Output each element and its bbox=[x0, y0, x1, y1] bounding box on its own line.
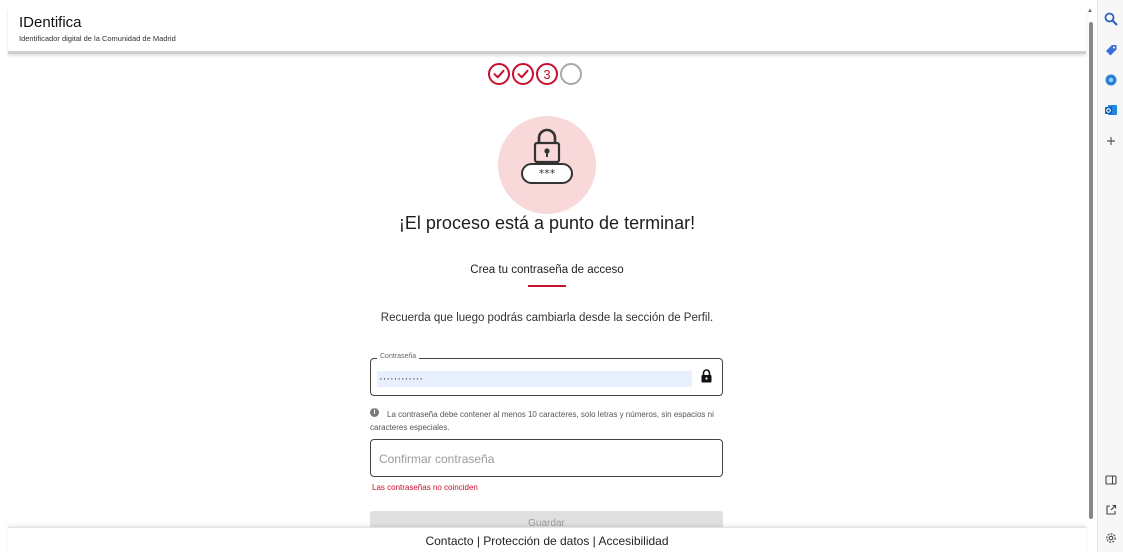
search-icon[interactable] bbox=[1103, 11, 1119, 27]
confirm-password-field[interactable] bbox=[370, 439, 723, 477]
section-subheading: Crea tu contraseña de acceso bbox=[470, 264, 624, 276]
step-3-current: 3 bbox=[536, 63, 558, 85]
app-root: IDentifica Identificador digital de la C… bbox=[0, 0, 1123, 552]
password-rules-hint: La contraseña debe contener al menos 10 … bbox=[370, 410, 714, 432]
check-icon bbox=[517, 69, 529, 79]
step-4-pending bbox=[560, 63, 582, 85]
plus-icon[interactable] bbox=[1103, 133, 1119, 149]
step-3-number: 3 bbox=[543, 67, 551, 82]
password-field: Contraseña ············ bbox=[370, 353, 723, 396]
sidebar-toggle-icon[interactable] bbox=[1103, 472, 1119, 488]
copilot-icon[interactable] bbox=[1103, 72, 1119, 88]
svg-text:***: *** bbox=[539, 167, 556, 180]
external-link-icon[interactable] bbox=[1103, 502, 1119, 518]
step-2-done bbox=[512, 63, 534, 85]
page-scrollbar[interactable]: ▲ bbox=[1087, 8, 1095, 523]
app-title: IDentifica bbox=[19, 14, 82, 31]
header: IDentifica Identificador digital de la C… bbox=[8, 8, 1086, 54]
step-1-done bbox=[488, 63, 510, 85]
outlook-icon[interactable] bbox=[1103, 102, 1119, 118]
password-input[interactable]: ············ bbox=[377, 371, 692, 387]
settings-icon[interactable] bbox=[1103, 530, 1119, 546]
confirm-password-input[interactable] bbox=[379, 450, 709, 468]
reminder-text: Recuerda que luego podrás cambiarla desd… bbox=[380, 312, 714, 324]
subheading-underline bbox=[528, 285, 566, 287]
password-lock-illustration: *** bbox=[498, 116, 596, 214]
page-heading: ¡El proceso está a punto de terminar! bbox=[398, 213, 696, 233]
footer-links[interactable]: Contacto | Protección de datos | Accesib… bbox=[8, 527, 1086, 552]
app-subtitle: Identificador digital de la Comunidad de… bbox=[19, 34, 176, 43]
tag-icon[interactable] bbox=[1103, 42, 1119, 58]
main-content: 3 *** ¡El proceso está a punto de termin… bbox=[8, 54, 1086, 527]
scroll-up-arrow-icon[interactable]: ▲ bbox=[1087, 8, 1093, 14]
password-field-label: Contraseña bbox=[377, 353, 420, 360]
scroll-thumb[interactable] bbox=[1089, 22, 1093, 519]
lock-icon: *** bbox=[521, 128, 573, 184]
check-icon bbox=[493, 69, 505, 79]
lock-icon[interactable] bbox=[701, 369, 712, 383]
save-button[interactable]: Guardar bbox=[370, 511, 723, 527]
browser-side-panel bbox=[1097, 0, 1123, 552]
password-mismatch-error: Las contraseñas no coinciden bbox=[372, 483, 478, 492]
